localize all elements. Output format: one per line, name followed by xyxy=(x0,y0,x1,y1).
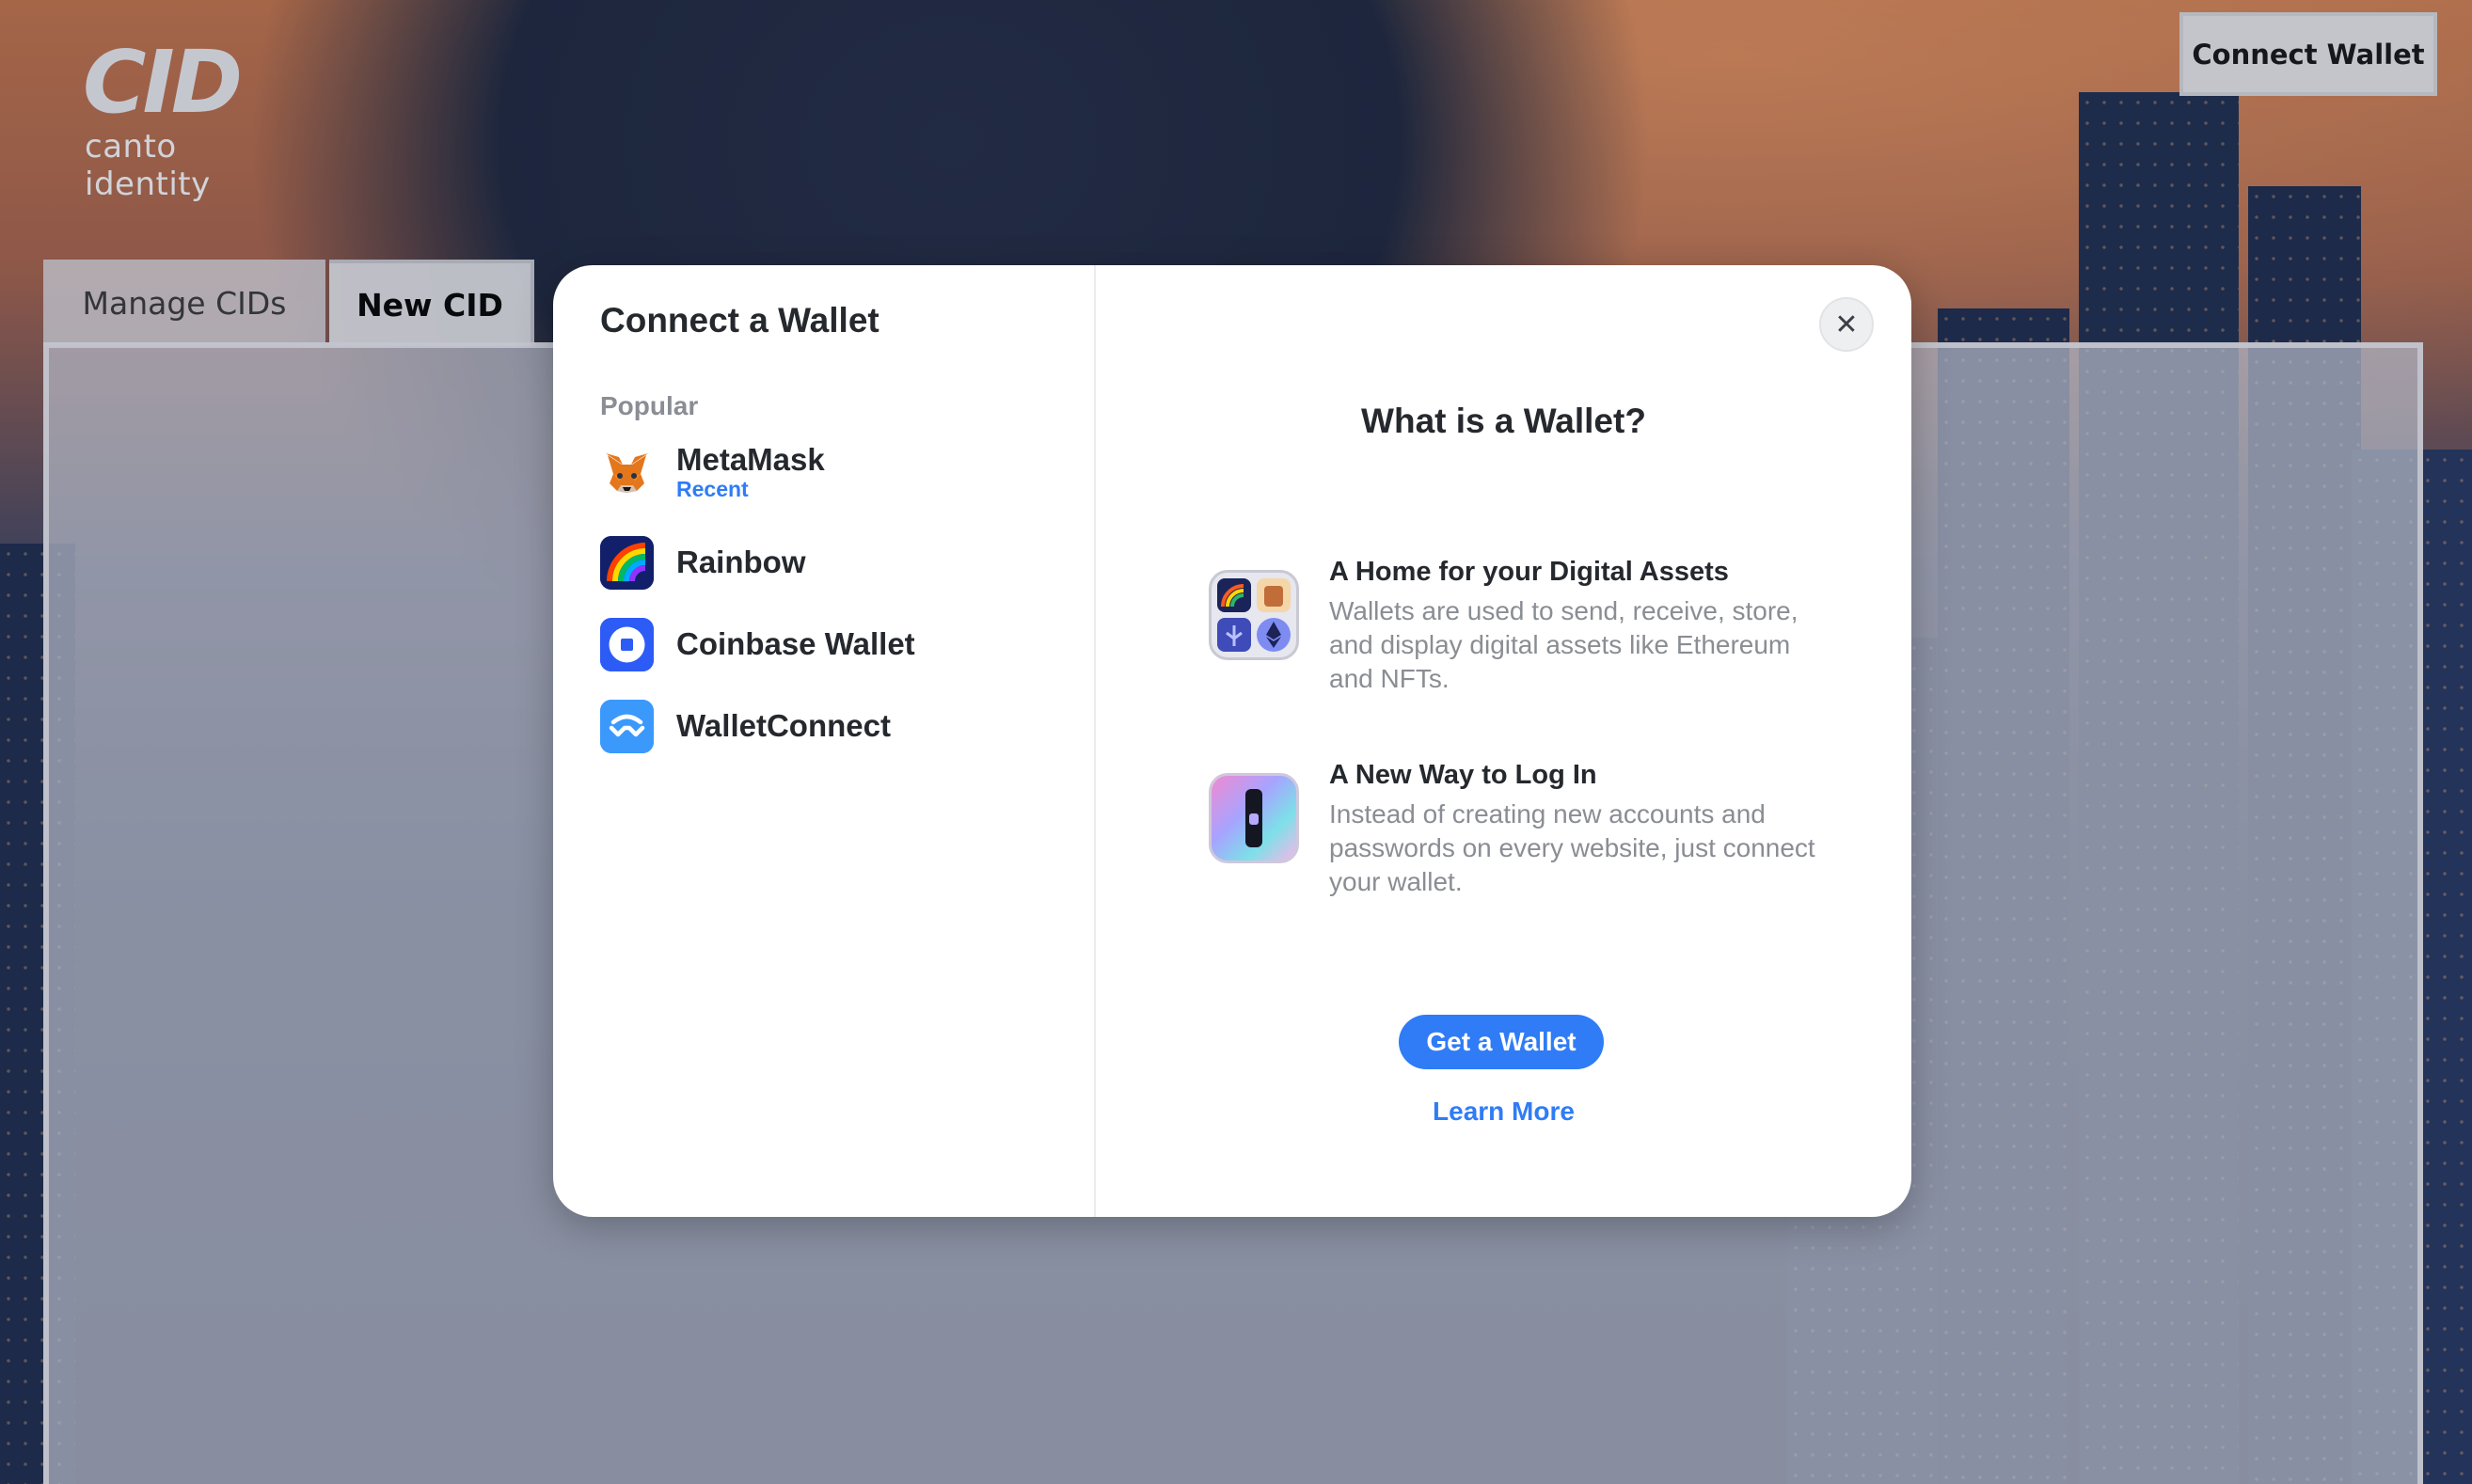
connect-wallet-modal: Connect a Wallet Popular MetaMask Recent… xyxy=(553,265,1911,1217)
wallet-option-walletconnect[interactable]: WalletConnect xyxy=(600,698,1052,754)
close-button[interactable]: ✕ xyxy=(1819,297,1874,352)
wallet-list-column: Connect a Wallet Popular MetaMask Recent… xyxy=(553,265,1096,1217)
walletconnect-icon xyxy=(600,699,654,753)
login-key-icon xyxy=(1209,773,1299,863)
wallet-name: MetaMask xyxy=(676,442,825,477)
wallet-name: WalletConnect xyxy=(676,708,891,743)
wallet-info-column: ✕ What is a Wallet? A Home for your Digi… xyxy=(1096,265,1911,1217)
wallet-option-rainbow[interactable]: Rainbow xyxy=(600,534,1052,591)
feature-new-way-login: A New Way to Log In Instead of creating … xyxy=(1209,760,1830,901)
recent-badge: Recent xyxy=(676,477,749,501)
learn-more-link: Learn More xyxy=(1096,1097,1911,1127)
learn-more-link-text[interactable]: Learn More xyxy=(1433,1097,1575,1126)
feature-description: Wallets are used to send, receive, store… xyxy=(1329,596,1799,693)
wallet-option-metamask[interactable]: MetaMask Recent xyxy=(600,442,1052,502)
wallet-name: Coinbase Wallet xyxy=(676,626,915,661)
wallet-text: MetaMask Recent xyxy=(676,442,825,502)
wallet-option-coinbase[interactable]: Coinbase Wallet xyxy=(600,616,1052,672)
wallet-name: Rainbow xyxy=(676,545,806,579)
section-label-popular: Popular xyxy=(600,391,699,420)
feature-description: Instead of creating new accounts and pas… xyxy=(1329,799,1815,896)
info-title: What is a Wallet? xyxy=(1361,402,1646,440)
modal-title: Connect a Wallet xyxy=(600,301,879,339)
feature-title: A New Way to Log In xyxy=(1329,760,1597,790)
digital-assets-icon xyxy=(1209,570,1299,660)
get-a-wallet-button[interactable]: Get a Wallet xyxy=(1399,1015,1604,1069)
feature-digital-assets: A Home for your Digital Assets Wallets a… xyxy=(1209,557,1830,698)
close-icon: ✕ xyxy=(1834,308,1859,340)
metamask-fox-icon xyxy=(600,446,654,499)
rainbow-icon xyxy=(600,535,654,590)
feature-title: A Home for your Digital Assets xyxy=(1329,557,1729,587)
coinbase-icon xyxy=(600,617,654,671)
